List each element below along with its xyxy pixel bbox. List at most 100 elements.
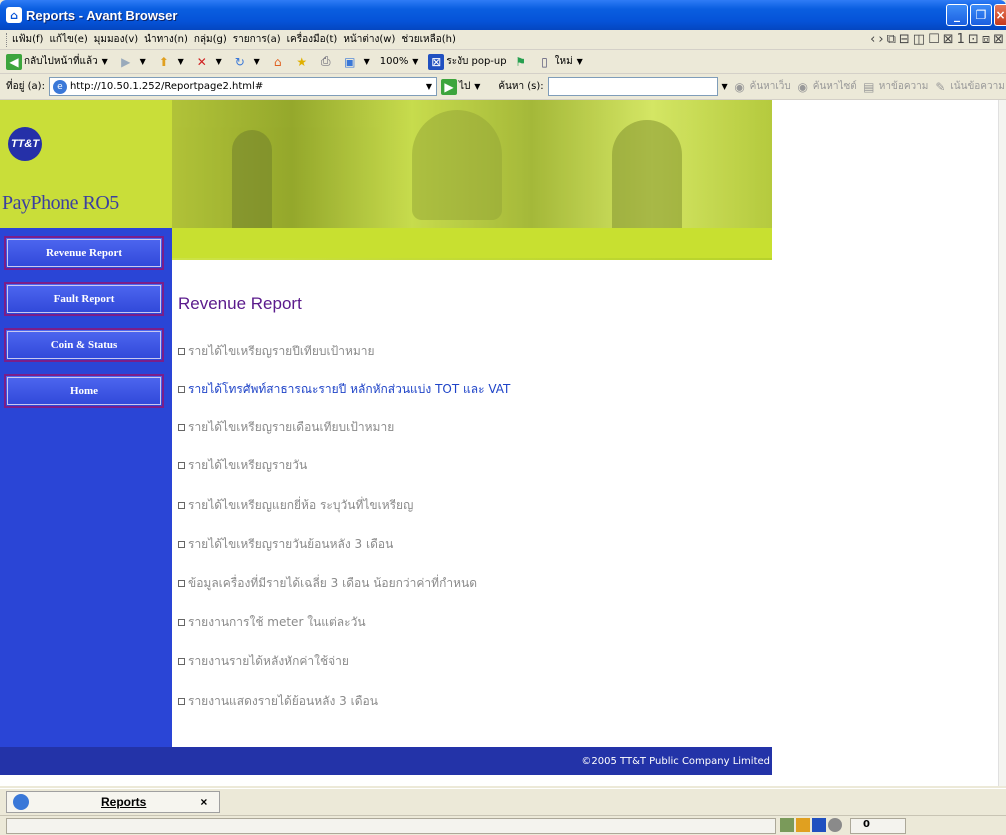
report-link[interactable]: รายงานแสดงรายได้ย้อนหลัง 3 เดือน — [178, 692, 378, 711]
address-input[interactable]: e http://10.50.1.252/Reportpage2.html# ▼ — [48, 77, 437, 96]
nav-home[interactable]: Home — [4, 374, 164, 408]
popup-status-icon[interactable] — [812, 818, 826, 832]
minimize-button[interactable]: _ — [946, 4, 968, 26]
chevron-down-icon[interactable]: ▼ — [408, 53, 422, 70]
next-tab-icon[interactable]: › — [878, 32, 883, 47]
forward-arrow-icon: ▶ — [121, 54, 131, 69]
maximize-button[interactable]: ❐ — [970, 4, 992, 26]
report-link[interactable]: รายได้โทรศัพท์สาธารณะรายปี หลักหักส่วนแบ… — [178, 380, 510, 399]
tab-reports[interactable]: Reports × — [6, 791, 220, 813]
menu-favorites[interactable]: รายการ(a) — [233, 32, 281, 47]
bullet-icon — [178, 698, 185, 705]
one-window-icon[interactable]: 1 — [957, 32, 965, 47]
new-window-button[interactable]: ▯ ใหม่ ▼ — [537, 53, 587, 70]
logo-block: TT&T PayPhone RO5 — [0, 100, 172, 228]
menu-navigate[interactable]: นำทาง(n) — [144, 32, 188, 47]
chevron-down-icon[interactable]: ▼ — [470, 78, 484, 95]
report-link[interactable]: รายได้ไขเหรียญรายวัน — [178, 456, 307, 475]
content-area: Revenue Report — [178, 294, 768, 314]
home-button[interactable]: ⌂ — [270, 54, 288, 70]
address-label: ที่อยู่ (a): — [6, 81, 45, 92]
go-button[interactable]: ▶ ไป ▼ — [440, 78, 484, 95]
print-button[interactable]: ⎙ — [318, 54, 336, 70]
find-text-button[interactable]: หาข้อความ — [879, 79, 929, 94]
bullet-icon — [178, 502, 185, 509]
blocked-counter: 0 — [850, 818, 906, 834]
report-link[interactable]: รายงานรายได้หลังหักค่าใช้จ่าย — [178, 652, 349, 671]
menu-view[interactable]: มุมมอง(v) — [94, 32, 138, 47]
tile-horizontal-icon[interactable]: ⊟ — [899, 32, 910, 47]
report-link[interactable]: รายได้ไขเหรียญแยกยี่ห้อ ระบุวันที่ไขเหรี… — [178, 496, 413, 515]
favorites-button[interactable]: ★ — [294, 54, 312, 70]
report-link[interactable]: รายงานการใช้ meter ในแต่ละวัน — [178, 613, 366, 632]
highlight-button[interactable]: เน้นข้อความ — [950, 79, 1004, 94]
up-button[interactable]: ⬆ ▼ — [156, 53, 188, 70]
search-label: ค้นหา (s): — [498, 81, 544, 92]
tile-vertical-icon[interactable]: ◫ — [913, 32, 925, 47]
bullet-icon — [178, 580, 185, 587]
bullet-icon — [178, 658, 185, 665]
forward-button[interactable]: ▶ ▼ — [118, 53, 150, 70]
chevron-down-icon[interactable]: ▼ — [573, 53, 587, 70]
close-doc-icon[interactable]: ⊠ — [993, 32, 1004, 47]
home-icon: ⌂ — [273, 54, 282, 69]
nav-coin-status[interactable]: Coin & Status — [4, 328, 164, 362]
menu-file[interactable]: แฟ้ม(f) — [12, 32, 43, 47]
vertical-scrollbar[interactable] — [998, 100, 1006, 786]
address-toolbar: ที่อยู่ (a): e http://10.50.1.252/Report… — [0, 74, 1006, 100]
report-link[interactable]: รายได้ไขเหรียญรายเดือนเทียบเป้าหมาย — [178, 418, 394, 437]
close-all-icon[interactable]: ⊠ — [943, 32, 954, 47]
nav-revenue-report[interactable]: Revenue Report — [4, 236, 164, 270]
page-icon: e — [52, 79, 67, 94]
blank-area — [772, 100, 1006, 786]
report-link[interactable]: ข้อมูลเครื่องที่มีรายได้เฉลี่ย 3 เดือน น… — [178, 574, 477, 593]
menu-group[interactable]: กลุ่ม(g) — [194, 32, 227, 47]
minimize-doc-icon[interactable]: ⊡ — [968, 32, 979, 47]
back-arrow-icon: ◀ — [6, 53, 22, 70]
chevron-down-icon[interactable]: ▼ — [250, 53, 264, 70]
close-icon[interactable]: × — [200, 795, 207, 809]
menu-help[interactable]: ช่วยเหลือ(h) — [401, 32, 456, 47]
up-folder-icon: ⬆ — [158, 54, 169, 69]
flash-status-icon[interactable] — [796, 818, 810, 832]
network-icon[interactable] — [780, 818, 794, 832]
go-arrow-icon: ▶ — [440, 78, 457, 95]
chevron-down-icon[interactable]: ▼ — [136, 53, 150, 70]
site-search-button[interactable]: ค้นหาไซต์ — [813, 79, 857, 94]
menu-edit[interactable]: แก้ไข(e) — [49, 32, 87, 47]
stop-button[interactable]: ✕ ▼ — [194, 53, 226, 70]
toolbar-grip — [6, 32, 9, 47]
refresh-button[interactable]: ↻ ▼ — [232, 53, 264, 70]
menu-window[interactable]: หน้าต่าง(w) — [343, 32, 395, 47]
popup-block-icon: ⊠ — [428, 53, 445, 70]
report-link[interactable]: รายได้ไขเหรียญรายวันย้อนหลัง 3 เดือน — [178, 535, 393, 554]
security-icon[interactable] — [828, 818, 842, 832]
popup-blocker-button[interactable]: ⊠ ระงับ pop-up — [428, 53, 507, 70]
window-title: Reports - Avant Browser — [26, 7, 178, 23]
back-button[interactable]: ◀ กลับไปหน้าที่แล้ว ▼ — [6, 53, 112, 70]
web-search-button[interactable]: ค้นหาเว็บ — [750, 79, 791, 94]
go-label: ไป — [458, 81, 471, 92]
site-logo-text: PayPhone RO5 — [2, 192, 119, 214]
menu-tools[interactable]: เครื่องมือ(t) — [287, 32, 338, 47]
search-input[interactable] — [547, 77, 718, 96]
chevron-down-icon[interactable]: ▼ — [98, 53, 112, 70]
report-link[interactable]: รายได้ไขเหรียญรายปีเทียบเป้าหมาย — [178, 342, 375, 361]
browser-icon: ⌂ — [6, 7, 22, 23]
printer-icon: ⎙ — [320, 54, 331, 68]
nav-fault-report[interactable]: Fault Report — [4, 282, 164, 316]
chevron-down-icon[interactable]: ▼ — [360, 53, 374, 70]
cascade-icon[interactable]: ⧉ — [887, 32, 896, 47]
flash-block-button[interactable]: ⚑ — [513, 54, 531, 70]
chevron-down-icon[interactable]: ▼ — [422, 78, 436, 95]
status-icons — [780, 818, 842, 832]
chevron-down-icon[interactable]: ▼ — [718, 78, 732, 95]
restore-doc-icon[interactable]: ⧈ — [982, 32, 990, 47]
view-button[interactable]: ▣ ▼ — [342, 53, 374, 70]
zoom-button[interactable]: 100% ▼ — [380, 53, 423, 70]
single-window-icon[interactable]: ☐ — [928, 32, 940, 47]
chevron-down-icon[interactable]: ▼ — [212, 53, 226, 70]
close-button[interactable]: × — [994, 4, 1006, 26]
chevron-down-icon[interactable]: ▼ — [174, 53, 188, 70]
prev-tab-icon[interactable]: ‹ — [870, 32, 875, 47]
